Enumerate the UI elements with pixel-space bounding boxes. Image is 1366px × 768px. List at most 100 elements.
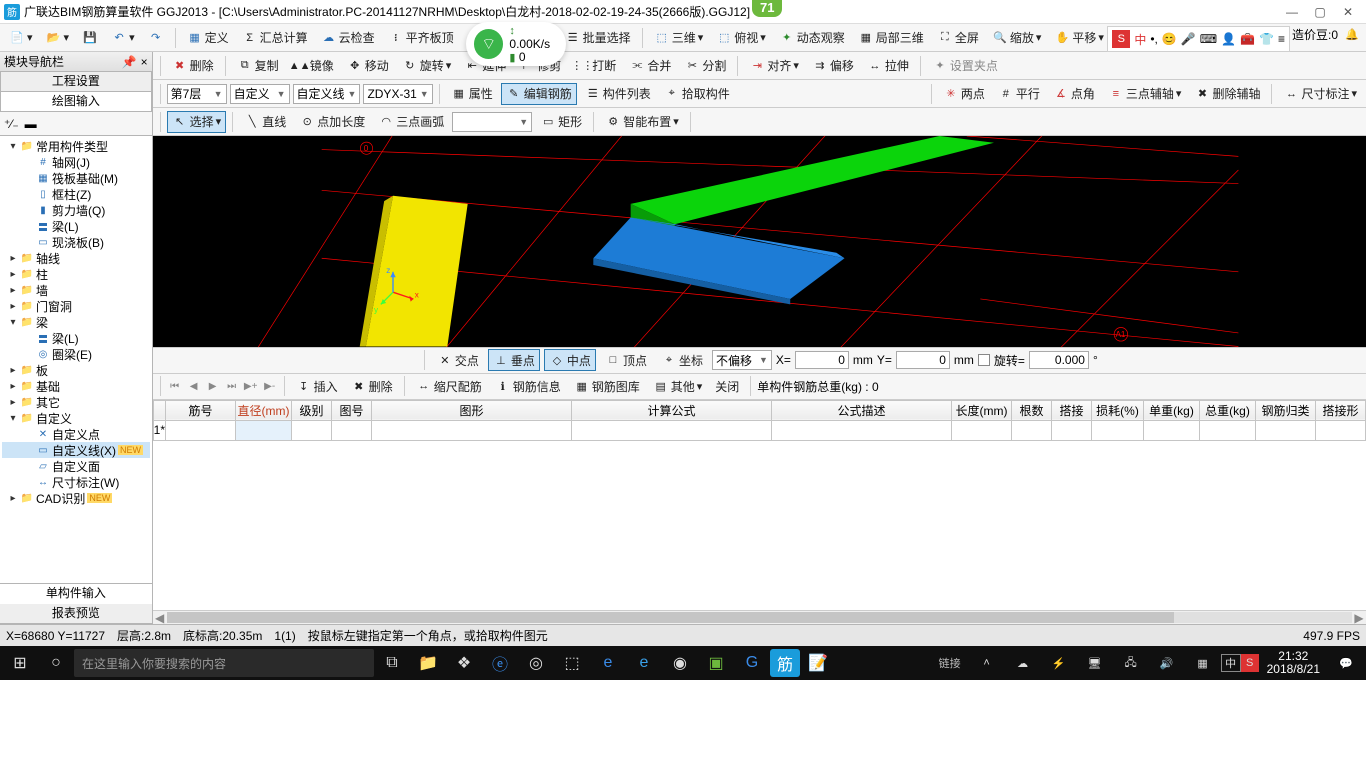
app-icon-1[interactable]: ❖ — [446, 646, 482, 680]
tree-item[interactable]: 〓梁(L) — [2, 330, 150, 346]
tree-item[interactable]: ✕自定义点 — [2, 426, 150, 442]
tree-item[interactable]: ▸📁轴线 — [2, 250, 150, 266]
orbit-button[interactable]: ✦动态观察 — [774, 27, 850, 49]
tab-project-settings[interactable]: 工程设置 — [0, 72, 152, 92]
panel-close-icon[interactable]: × — [141, 55, 148, 69]
col-header[interactable]: 根数 — [1012, 400, 1052, 420]
grid-cell[interactable] — [372, 420, 572, 440]
rebar-grid[interactable]: 筋号直径(mm)级别图号图形计算公式公式描述长度(mm)根数搭接损耗(%)单重(… — [153, 399, 1366, 611]
align-top-button[interactable]: ᎒平齐板顶 — [383, 27, 459, 49]
tree-item[interactable]: ▭现浇板(B) — [2, 234, 150, 250]
app-icon-4[interactable]: ▣ — [698, 646, 734, 680]
snap-vertex[interactable]: □顶点 — [600, 349, 652, 371]
col-header[interactable]: 搭接 — [1052, 400, 1092, 420]
grid-cell[interactable] — [1092, 420, 1144, 440]
zoom-button[interactable]: 🔍缩放▾ — [987, 27, 1047, 49]
grid-cell[interactable] — [332, 420, 372, 440]
move-button[interactable]: ✥移动 — [342, 55, 394, 77]
ime-item[interactable]: •, — [1150, 32, 1158, 46]
tree-item[interactable]: ▱自定义面 — [2, 458, 150, 474]
edge2-icon[interactable]: e — [590, 646, 626, 680]
grid-cell[interactable] — [1200, 420, 1256, 440]
rotate-check[interactable] — [978, 354, 990, 366]
snap-perp[interactable]: ⊥垂点 — [488, 349, 540, 371]
expand-icon[interactable]: ⁺⁄₋ — [4, 117, 19, 131]
delete-button[interactable]: ✖删除 — [167, 55, 219, 77]
ime-toolbar[interactable]: S 中 •, 😊 🎤 ⌨ 👤 🧰 👕 ≡ — [1107, 26, 1290, 52]
col-header[interactable]: 钢筋归类 — [1256, 400, 1316, 420]
tray-icon[interactable]: ▦ — [1185, 646, 1221, 680]
explorer-icon[interactable]: 📁 — [410, 646, 446, 680]
rebar-info-button[interactable]: ℹ钢筋信息 — [490, 375, 566, 397]
x-input[interactable] — [795, 351, 849, 369]
tree-item[interactable]: ↔尺寸标注(W) — [2, 474, 150, 490]
nav-prev[interactable]: ◀ — [186, 378, 202, 394]
grid-cell[interactable] — [292, 420, 332, 440]
align-button[interactable]: ⇥对齐▾ — [744, 55, 804, 77]
ime-item[interactable]: 中 — [1134, 31, 1146, 48]
point-length-tool[interactable]: ⊙点加长度 — [294, 111, 370, 133]
taskbar-search[interactable]: 在这里输入你要搜索的内容 — [74, 649, 374, 677]
tree-item[interactable]: ▸📁门窗洞 — [2, 298, 150, 314]
app-icon-7[interactable]: 📝 — [800, 646, 836, 680]
taskbar-clock[interactable]: 21:322018/8/21 — [1259, 650, 1328, 676]
tree-item[interactable]: ▯框柱(Z) — [2, 186, 150, 202]
tree-item[interactable]: ▦筏板基础(M) — [2, 170, 150, 186]
open-button[interactable]: 📂▾ — [41, 27, 75, 49]
insert-row-button[interactable]: ↧插入 — [291, 375, 343, 397]
score-badge[interactable]: 71 — [752, 0, 782, 17]
grid-cell[interactable] — [952, 420, 1012, 440]
line-tool[interactable]: ╲直线 — [239, 111, 291, 133]
scale-rebar-button[interactable]: ↔缩尺配筋 — [411, 375, 487, 397]
tree-item[interactable]: ▸📁柱 — [2, 266, 150, 282]
parallel-button[interactable]: #平行 — [993, 83, 1045, 105]
tray-icon[interactable]: ⚡ — [1041, 646, 1077, 680]
tree-item[interactable]: ▮剪力墙(Q) — [2, 202, 150, 218]
offset-combo[interactable]: 不偏移▼ — [712, 350, 772, 370]
pick-button[interactable]: ⌖拾取构件 — [659, 83, 735, 105]
rotate-button[interactable]: ↻旋转▾ — [397, 55, 457, 77]
col-header[interactable]: 长度(mm) — [952, 400, 1012, 420]
layer-combo[interactable]: 第7层▼ — [167, 84, 227, 104]
batch-select-button[interactable]: ☰批量选择 — [560, 27, 636, 49]
grid-cell[interactable] — [1144, 420, 1200, 440]
tree-item[interactable]: ◎圈梁(E) — [2, 346, 150, 362]
col-header[interactable]: 公式描述 — [772, 400, 952, 420]
tree-item[interactable]: ▸📁CAD识别NEW — [2, 490, 150, 506]
col-header[interactable]: 直径(mm) — [236, 400, 292, 420]
edge-icon[interactable]: ⓔ — [482, 646, 518, 680]
code-combo[interactable]: ZDYX-31▼ — [363, 84, 432, 104]
split-button[interactable]: ✂分割 — [679, 55, 731, 77]
delete-row-button[interactable]: ✖删除 — [346, 375, 398, 397]
tree-item[interactable]: ▸📁墙 — [2, 282, 150, 298]
mirror-button[interactable]: ▲▲镜像 — [287, 55, 339, 77]
tab-report[interactable]: 报表预览 — [0, 604, 152, 624]
app-icon-5[interactable]: G — [734, 646, 770, 680]
rebar-lib-button[interactable]: ▦钢筋图库 — [569, 375, 645, 397]
rect-tool[interactable]: ▭矩形 — [535, 111, 587, 133]
maximize-button[interactable]: ▢ — [1306, 2, 1334, 22]
col-header[interactable]: 筋号 — [166, 400, 236, 420]
col-header[interactable]: 级别 — [292, 400, 332, 420]
col-header[interactable]: 单重(kg) — [1144, 400, 1200, 420]
grid-cell[interactable] — [1256, 420, 1316, 440]
sogou-tray-icon[interactable]: S — [1241, 654, 1259, 672]
offset-button[interactable]: ⇉偏移 — [807, 55, 859, 77]
col-header[interactable]: 搭接形 — [1316, 400, 1366, 420]
arc-tool[interactable]: ◠三点画弧 — [373, 111, 449, 133]
ime-item[interactable]: 👤 — [1221, 32, 1236, 46]
rotate-input[interactable] — [1029, 351, 1089, 369]
copy-button[interactable]: ⧉复制 — [232, 55, 284, 77]
pan-button[interactable]: ✋平移▾ — [1049, 27, 1109, 49]
top-view-button[interactable]: ⬚俯视▾ — [711, 27, 771, 49]
ime-item[interactable]: ≡ — [1278, 32, 1285, 46]
local-3d-button[interactable]: ▦局部三维 — [853, 27, 929, 49]
tray-vol-icon[interactable]: 🔊 — [1149, 646, 1185, 680]
sum-button[interactable]: Σ汇总计算 — [237, 27, 313, 49]
app-icon-3[interactable]: ⬚ — [554, 646, 590, 680]
tray-icon[interactable]: ☁ — [1005, 646, 1041, 680]
other-button[interactable]: ▤其他▾ — [648, 375, 708, 397]
stretch-button[interactable]: ↔拉伸 — [862, 55, 914, 77]
grid-cell[interactable] — [166, 420, 236, 440]
row-header[interactable]: 1* — [153, 420, 165, 440]
